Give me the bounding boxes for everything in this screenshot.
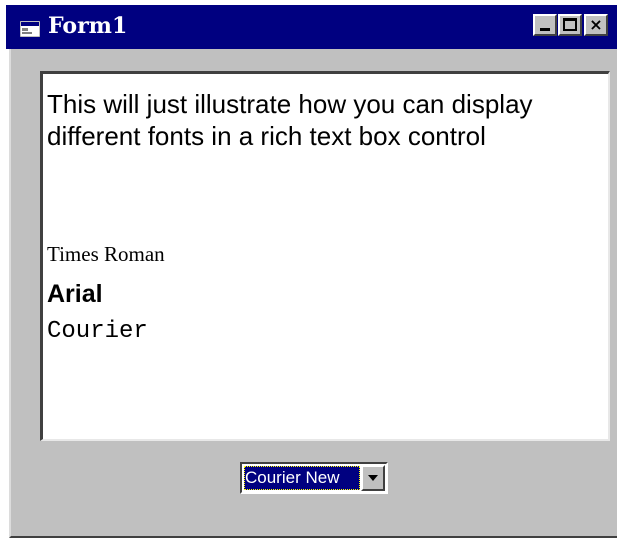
- font-combo-box[interactable]: Courier New: [240, 462, 388, 494]
- rich-text-line-courier: Courier: [47, 318, 148, 345]
- window-title: Form1: [48, 13, 128, 39]
- close-icon: ×: [589, 15, 603, 34]
- rich-text-line-times-roman: Times Roman: [47, 242, 165, 266]
- rich-text-box[interactable]: This will just illustrate how you can di…: [40, 71, 610, 441]
- rich-text-line-arial: Arial: [47, 280, 103, 308]
- font-combo-selected[interactable]: Courier New: [244, 466, 360, 490]
- title-bar[interactable]: Form1 ×: [6, 5, 617, 49]
- font-combo-dropdown-button[interactable]: [361, 465, 385, 491]
- minimize-icon: [540, 28, 550, 31]
- minimize-button[interactable]: [533, 14, 557, 36]
- maximize-icon: [563, 18, 577, 31]
- form-icon[interactable]: [19, 17, 41, 38]
- maximize-button[interactable]: [558, 14, 582, 36]
- rich-text-intro: This will just illustrate how you can di…: [47, 89, 533, 151]
- close-button[interactable]: ×: [584, 14, 608, 36]
- chevron-down-icon: [368, 475, 378, 481]
